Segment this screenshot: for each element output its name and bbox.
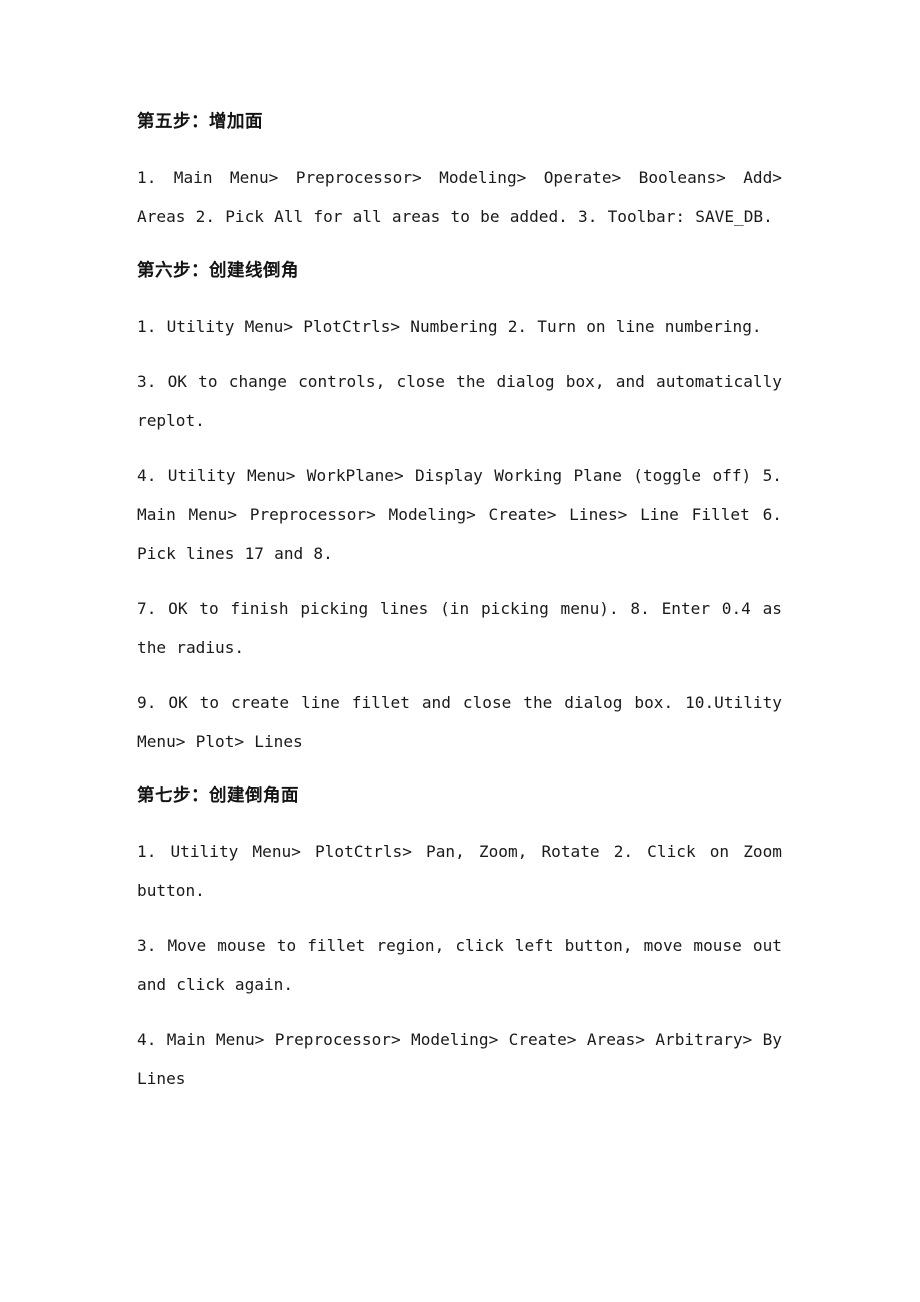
section-paragraph: 7. OK to finish picking lines (in pickin… [137, 599, 782, 657]
document-page: 第五步：增加面 1. Main Menu> Preprocessor> Mode… [0, 0, 920, 1302]
section-paragraph: 3. Move mouse to fillet region, click le… [137, 936, 782, 994]
section-heading: 第六步：创建线倒角 [137, 261, 299, 281]
section-paragraph: 4. Utility Menu> WorkPlane> Display Work… [137, 466, 782, 563]
section-paragraph: 1. Main Menu> Preprocessor> Modeling> Op… [137, 168, 782, 226]
section-paragraph: 3. OK to change controls, close the dial… [137, 372, 782, 430]
section-paragraph: 9. OK to create line fillet and close th… [137, 693, 782, 751]
document-text-body: 第五步：增加面 1. Main Menu> Preprocessor> Mode… [137, 103, 782, 1098]
section-paragraph: 1. Utility Menu> PlotCtrls> Pan, Zoom, R… [137, 842, 782, 900]
section-heading: 第七步：创建倒角面 [137, 786, 299, 806]
section-paragraph: 4. Main Menu> Preprocessor> Modeling> Cr… [137, 1030, 782, 1088]
section-heading: 第五步：增加面 [137, 112, 263, 132]
section-paragraph: 1. Utility Menu> PlotCtrls> Numbering 2.… [137, 317, 762, 336]
